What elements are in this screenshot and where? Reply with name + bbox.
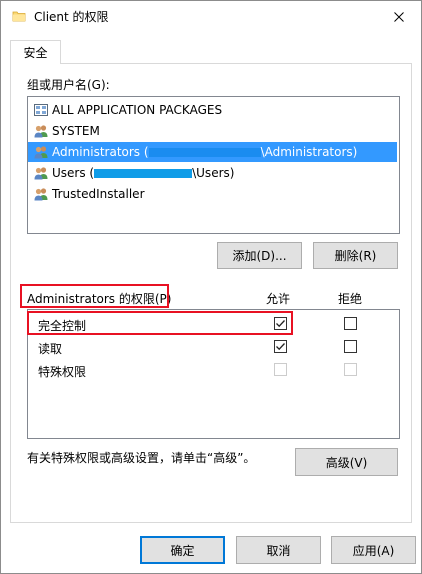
list-item-users[interactable]: Users ( \Users): [28, 163, 397, 183]
deny-header: 拒绝: [338, 292, 363, 306]
tab-security[interactable]: 安全: [10, 40, 61, 64]
allow-checkbox-read[interactable]: [274, 340, 287, 353]
users-icon: [33, 165, 49, 181]
users-icon: [33, 186, 49, 202]
list-item-label-suffix: \Users): [192, 166, 235, 180]
list-item-system[interactable]: SYSTEM: [28, 121, 397, 141]
permission-row-special: 特殊权限: [28, 359, 397, 381]
ok-button-label: 确定: [170, 543, 195, 558]
close-button[interactable]: [377, 1, 421, 32]
allow-checkbox-special: [274, 363, 287, 376]
advanced-button[interactable]: 高级(V): [295, 448, 398, 476]
allow-checkbox-full-control[interactable]: [274, 317, 287, 330]
permission-name: 完全控制: [38, 319, 87, 333]
list-item-label: TrustedInstaller: [52, 187, 145, 201]
list-item-all-application-packages[interactable]: ALL APPLICATION PACKAGES: [28, 100, 397, 120]
permissions-label: Administrators 的权限(P): [27, 292, 172, 306]
deny-checkbox-special: [344, 363, 357, 376]
deny-checkbox-read[interactable]: [344, 340, 357, 353]
permission-name: 读取: [38, 342, 63, 356]
list-item-label-prefix: Administrators (: [52, 145, 149, 159]
list-item-label-prefix: Users (: [52, 166, 95, 180]
folder-icon: [12, 9, 26, 23]
list-item-label: SYSTEM: [52, 124, 100, 138]
apply-button[interactable]: 应用(A): [331, 536, 416, 564]
ok-button[interactable]: 确定: [140, 536, 225, 564]
permission-name: 特殊权限: [38, 365, 87, 379]
apply-button-label: 应用(A): [352, 543, 395, 558]
cancel-button[interactable]: 取消: [236, 536, 321, 564]
deny-checkbox-full-control[interactable]: [344, 317, 357, 330]
cancel-button-label: 取消: [266, 543, 291, 558]
groups-label: 组或用户名(G):: [27, 78, 110, 92]
window-title: Client 的权限: [34, 10, 109, 24]
advanced-button-label: 高级(V): [325, 455, 368, 470]
permissions-list: 完全控制 读取 特殊权限: [27, 309, 400, 439]
permissions-dialog: Client 的权限 安全 组或用户名(G): ALL APPLICATION …: [0, 0, 422, 574]
list-item-trustedinstaller[interactable]: TrustedInstaller: [28, 184, 397, 204]
list-item-label: ALL APPLICATION PACKAGES: [52, 103, 223, 117]
list-item-label-suffix: \Administrators): [260, 145, 358, 159]
users-icon: [33, 144, 49, 160]
redacted-computer-name: [94, 168, 193, 178]
close-icon: [394, 11, 404, 22]
checkmark-icon: [276, 320, 285, 328]
remove-button[interactable]: 删除(R): [313, 242, 398, 269]
advanced-note: 有关特殊权限或高级设置，请单击“高级”。: [27, 451, 256, 465]
redacted-computer-name: [148, 147, 261, 157]
permission-row-read: 读取: [28, 336, 397, 358]
remove-button-label: 删除(R): [334, 249, 377, 263]
add-button-label: 添加(D)...: [232, 249, 287, 263]
checkmark-icon: [276, 343, 285, 351]
package-icon: [33, 102, 49, 118]
list-item-administrators[interactable]: Administrators ( \Administrators): [28, 142, 397, 162]
tab-label: 安全: [23, 46, 48, 60]
group-user-list[interactable]: ALL APPLICATION PACKAGES SYSTEM Administ…: [27, 96, 400, 234]
title-bar: Client 的权限: [1, 1, 421, 32]
allow-header: 允许: [266, 292, 291, 306]
permission-row-full-control: 完全控制: [28, 313, 397, 335]
users-icon: [33, 123, 49, 139]
add-button[interactable]: 添加(D)...: [217, 242, 302, 269]
